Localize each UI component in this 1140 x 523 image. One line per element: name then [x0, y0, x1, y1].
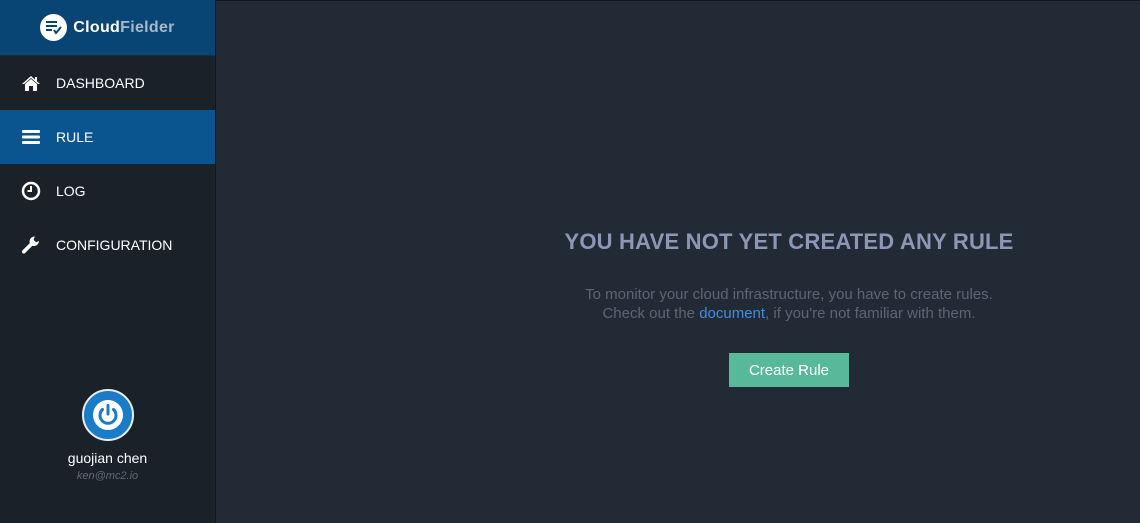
user-panel: guojian chen ken@mc2.io [0, 389, 215, 482]
empty-state-line1: To monitor your cloud infrastructure, yo… [585, 286, 993, 303]
empty-state: YOU HAVE NOT YET CREATED ANY RULE To mon… [216, 229, 1140, 387]
home-icon [21, 73, 41, 93]
empty-state-description: To monitor your cloud infrastructure, yo… [585, 285, 993, 323]
list-icon [21, 127, 41, 147]
sidebar: CloudFielder DASHBOARD RULE LOG CONFIGUR… [0, 0, 216, 523]
wrench-icon [21, 235, 41, 255]
create-rule-button[interactable]: Create Rule [729, 353, 849, 387]
line2-prefix: Check out the [602, 305, 700, 322]
power-icon [92, 400, 123, 430]
nav-item-label: LOG [56, 183, 86, 199]
empty-state-line2: Check out the document, if you're not fa… [585, 304, 993, 323]
nav-item-dashboard[interactable]: DASHBOARD [0, 56, 215, 110]
clock-icon [21, 181, 41, 201]
avatar[interactable] [81, 389, 134, 441]
empty-state-title: YOU HAVE NOT YET CREATED ANY RULE [564, 229, 1014, 254]
brand-name-part1: Cloud [73, 18, 121, 36]
brand-name: CloudFielder [73, 19, 174, 37]
brand[interactable]: CloudFielder [0, 0, 215, 56]
main-content: YOU HAVE NOT YET CREATED ANY RULE To mon… [216, 0, 1140, 523]
nav-item-rule[interactable]: RULE [0, 110, 215, 164]
nav-item-log[interactable]: LOG [0, 164, 215, 218]
nav-item-configuration[interactable]: CONFIGURATION [0, 218, 215, 272]
nav-item-label: CONFIGURATION [56, 237, 173, 253]
document-link[interactable]: document [699, 305, 765, 322]
nav-item-label: DASHBOARD [56, 75, 145, 91]
brand-name-part2: Fielder [120, 18, 175, 36]
nav-item-label: RULE [56, 129, 94, 145]
line2-suffix: , if you're not familiar with them. [765, 305, 976, 322]
user-name: guojian chen [67, 450, 148, 466]
user-email: ken@mc2.io [76, 470, 139, 482]
cloudfielder-logo-icon [40, 14, 68, 41]
